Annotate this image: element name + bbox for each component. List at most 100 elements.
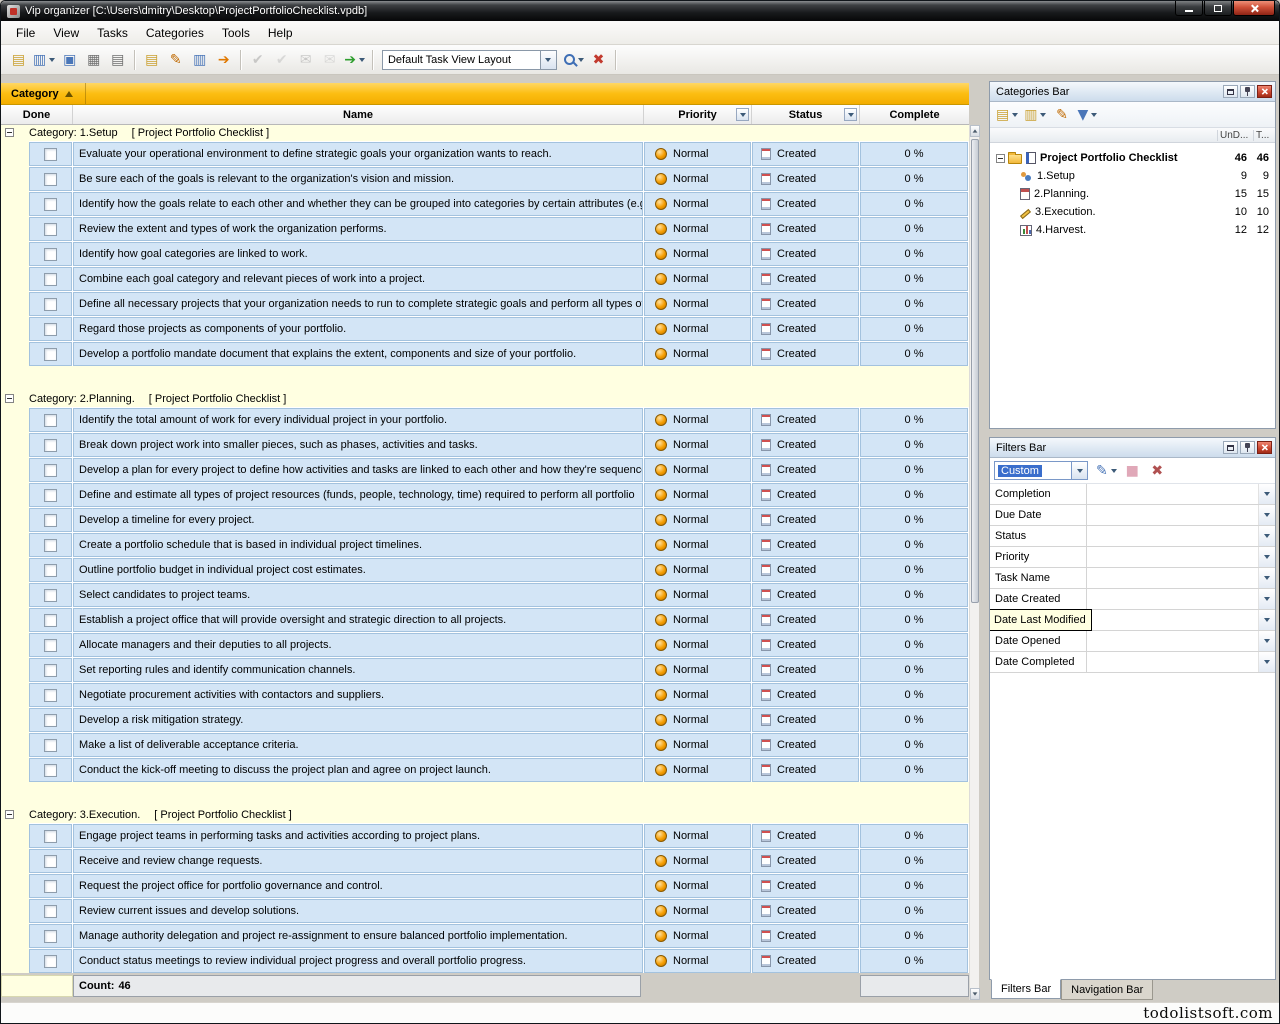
filter-dropdown-button[interactable] — [1258, 568, 1275, 588]
task-checkbox[interactable] — [44, 739, 57, 752]
filter-dropdown-button[interactable] — [1258, 589, 1275, 609]
filter-dropdown-button[interactable] — [1258, 526, 1275, 546]
task-row[interactable]: Establish a project office that will pro… — [1, 607, 969, 632]
task-row[interactable]: Set reporting rules and identify communi… — [1, 657, 969, 682]
task-row[interactable]: Be sure each of the goals is relevant to… — [1, 166, 969, 191]
edit-category-button[interactable]: ✎ — [1050, 104, 1073, 126]
task-row[interactable]: Combine each goal category and relevant … — [1, 266, 969, 291]
delete-layout-button[interactable]: ✖ — [587, 49, 610, 71]
task-row[interactable]: Define all necessary projects that your … — [1, 291, 969, 316]
menu-help[interactable]: Help — [259, 22, 302, 44]
task-row[interactable]: Develop a portfolio mandate document tha… — [1, 341, 969, 366]
title-bar[interactable]: Vip organizer [C:\Users\dmitry\Desktop\P… — [1, 1, 1279, 21]
filter-dropdown-button[interactable] — [1258, 652, 1275, 672]
clear-filter-button[interactable]: ■ — [1121, 460, 1144, 482]
task-row[interactable]: Review the extent and types of work the … — [1, 216, 969, 241]
filter-row-priority[interactable]: Priority — [990, 547, 1275, 568]
task-row[interactable]: Review current issues and develop soluti… — [1, 898, 969, 923]
task-row[interactable]: Break down project work into smaller pie… — [1, 432, 969, 457]
filter-dropdown-button[interactable] — [1258, 547, 1275, 567]
save-filter-button[interactable]: ✎ — [1094, 460, 1119, 482]
filter-row-date-opened[interactable]: Date Opened — [990, 631, 1275, 652]
filter-preset-combo[interactable]: Custom — [994, 461, 1088, 480]
task-checkbox[interactable] — [44, 614, 57, 627]
menu-categories[interactable]: Categories — [137, 22, 213, 44]
task-row[interactable]: Request the project office for portfolio… — [1, 873, 969, 898]
new-category-button[interactable]: ▤ — [994, 104, 1020, 126]
task-row[interactable]: Outline portfolio budget in individual p… — [1, 557, 969, 582]
print-preview-button[interactable]: ▤ — [106, 49, 129, 71]
panel-pin-button[interactable] — [1240, 441, 1255, 454]
complete-task-button[interactable]: ➔ — [212, 49, 235, 71]
filter-row-date-created[interactable]: Date Created — [990, 589, 1275, 610]
task-row[interactable]: Make a list of deliverable acceptance cr… — [1, 732, 969, 757]
column-done[interactable]: Done — [1, 105, 73, 124]
task-row[interactable]: Select candidates to project teams.Norma… — [1, 582, 969, 607]
task-checkbox[interactable] — [44, 880, 57, 893]
new-database-button[interactable]: ▤ — [7, 49, 30, 71]
menu-tools[interactable]: Tools — [213, 22, 259, 44]
task-checkbox[interactable] — [44, 148, 57, 161]
filter-preset-field[interactable]: Custom — [994, 461, 1072, 480]
task-checkbox[interactable] — [44, 539, 57, 552]
panel-close-button[interactable] — [1257, 85, 1272, 98]
filter-categories-button[interactable]: ▼ — [1075, 104, 1099, 126]
new-subcategory-button[interactable]: ▥ — [1022, 104, 1048, 126]
task-row[interactable]: Engage project teams in performing tasks… — [1, 823, 969, 848]
column-name[interactable]: Name — [73, 105, 644, 124]
task-checkbox[interactable] — [44, 830, 57, 843]
task-row[interactable]: Regard those projects as components of y… — [1, 316, 969, 341]
category-row-4harvest[interactable]: 4.Harvest.1212 — [990, 221, 1275, 239]
task-row[interactable]: Conduct the kick-off meeting to discuss … — [1, 757, 969, 782]
minimize-button[interactable] — [1175, 1, 1203, 16]
close-button[interactable] — [1233, 1, 1275, 16]
task-row[interactable]: Conduct status meetings to review indivi… — [1, 948, 969, 973]
task-checkbox[interactable] — [44, 298, 57, 311]
task-checkbox[interactable] — [44, 273, 57, 286]
open-database-button[interactable]: ▥ — [31, 49, 57, 71]
task-row[interactable]: Identify how goal categories are linked … — [1, 241, 969, 266]
menu-tasks[interactable]: Tasks — [88, 22, 137, 44]
task-checkbox[interactable] — [44, 464, 57, 477]
collapse-expander-icon[interactable] — [5, 394, 14, 403]
filter-row-date-last-modified[interactable]: Date Last Modified — [990, 610, 1275, 631]
task-checkbox[interactable] — [44, 689, 57, 702]
category-row-3execution[interactable]: 3.Execution.1010 — [990, 203, 1275, 221]
filter-dropdown-button[interactable] — [1258, 505, 1275, 525]
priority-filter-dropdown[interactable] — [736, 108, 749, 121]
sort-category-header[interactable]: Category — [1, 83, 86, 104]
panel-restore-button[interactable] — [1223, 441, 1238, 454]
filter-row-due-date[interactable]: Due Date — [990, 505, 1275, 526]
task-row[interactable]: Evaluate your operational environment to… — [1, 141, 969, 166]
duplicate-task-button[interactable]: ▥ — [188, 49, 211, 71]
edit-task-button[interactable]: ✎ — [164, 49, 187, 71]
layout-combo-field[interactable]: Default Task View Layout — [382, 50, 540, 70]
category-row-2planning[interactable]: 2.Planning.1515 — [990, 185, 1275, 203]
task-row[interactable]: Identify how the goals relate to each ot… — [1, 191, 969, 216]
collapse-expander-icon[interactable] — [996, 154, 1005, 163]
task-checkbox[interactable] — [44, 439, 57, 452]
task-checkbox[interactable] — [44, 955, 57, 968]
task-row[interactable]: Develop a plan for every project to defi… — [1, 457, 969, 482]
tab-filters-bar[interactable]: Filters Bar — [991, 979, 1061, 999]
save-database-button[interactable]: ▣ — [58, 49, 81, 71]
filter-dropdown-button[interactable] — [1258, 610, 1275, 630]
vertical-scrollbar[interactable] — [969, 125, 979, 1000]
print-button[interactable]: ▦ — [82, 49, 105, 71]
scroll-up-button[interactable] — [970, 125, 980, 137]
task-checkbox[interactable] — [44, 248, 57, 261]
layout-combo-arrow[interactable] — [540, 50, 557, 70]
scroll-down-button[interactable] — [970, 988, 980, 1000]
task-checkbox[interactable] — [44, 764, 57, 777]
task-row[interactable]: Define and estimate all types of project… — [1, 482, 969, 507]
task-checkbox[interactable] — [44, 514, 57, 527]
filter-row-status[interactable]: Status — [990, 526, 1275, 547]
filter-row-task-name[interactable]: Task Name — [990, 568, 1275, 589]
task-checkbox[interactable] — [44, 855, 57, 868]
task-checkbox[interactable] — [44, 323, 57, 336]
task-row[interactable]: Manage authority delegation and project … — [1, 923, 969, 948]
delete-filter-button[interactable]: ✖ — [1146, 460, 1169, 482]
filter-dropdown-button[interactable] — [1258, 631, 1275, 651]
task-checkbox[interactable] — [44, 348, 57, 361]
maximize-button[interactable] — [1204, 1, 1232, 16]
